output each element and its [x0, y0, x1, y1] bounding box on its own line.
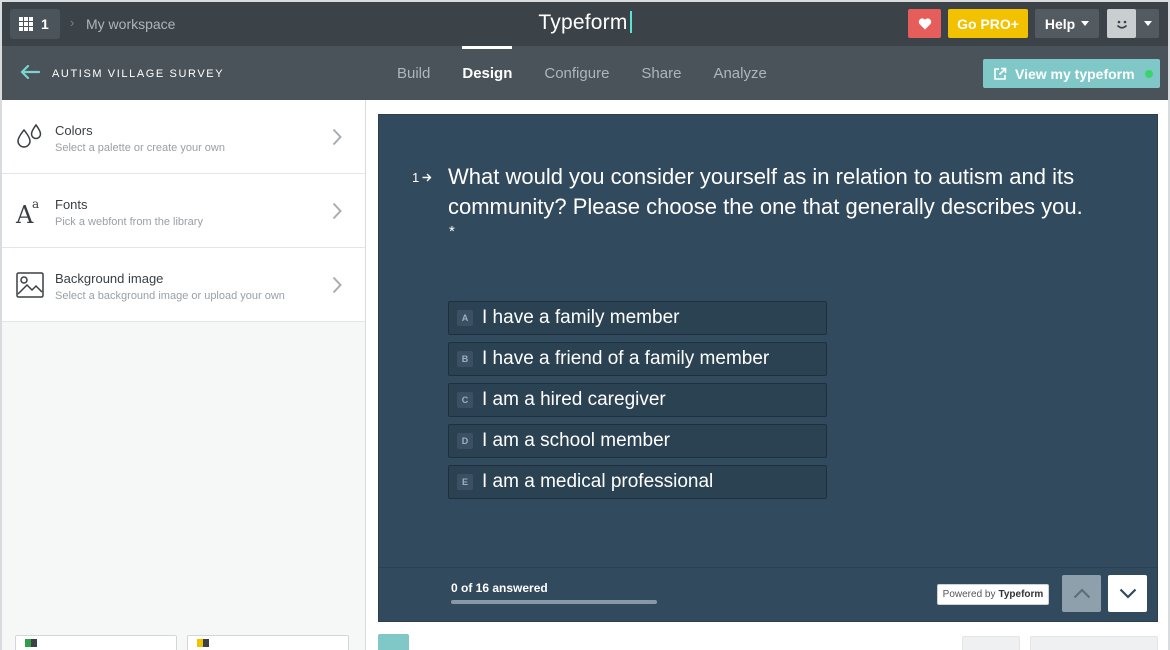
choice-label: I have a friend of a family member	[482, 348, 770, 369]
choice-label: I am a medical professional	[482, 471, 714, 492]
choice-option[interactable]: D I am a school member	[448, 424, 827, 458]
progress-bar	[451, 600, 657, 604]
sidebar-item-title: Fonts	[55, 197, 88, 212]
choice-option[interactable]: E I am a medical professional	[448, 465, 827, 499]
powered-prefix: Powered by	[942, 589, 996, 600]
question-text: What would you consider yourself as in r…	[448, 164, 1083, 219]
chevron-up-icon	[1073, 588, 1090, 599]
tab-design[interactable]: Design	[446, 46, 528, 100]
sidebar-item-fonts[interactable]: A a Fonts Pick a webfont from the librar…	[2, 174, 365, 248]
top-bar: 1 › My workspace Typeform Go PRO+ Help	[2, 2, 1168, 46]
live-status-dot	[1144, 69, 1153, 78]
chevron-right-icon	[332, 276, 342, 294]
choice-key: E	[457, 474, 473, 490]
font-icon: A a	[15, 197, 39, 226]
smiley-icon	[1116, 20, 1127, 29]
previous-question-button[interactable]	[1062, 575, 1101, 612]
editor-nav-bar: AUTISM VILLAGE SURVEY Build Design Confi…	[2, 46, 1168, 100]
svg-text:a: a	[32, 197, 39, 211]
go-pro-button[interactable]: Go PRO+	[948, 9, 1028, 38]
image-icon	[16, 272, 44, 298]
refresh-preview-button[interactable]	[378, 634, 409, 650]
choice-key: C	[457, 392, 473, 408]
love-button[interactable]	[908, 9, 941, 38]
back-arrow-icon[interactable]	[20, 65, 40, 79]
choice-option[interactable]: B I have a friend of a family member	[448, 342, 827, 376]
caret-down-icon	[1144, 21, 1152, 26]
chevron-right-icon	[332, 128, 342, 146]
question-number-value: 1	[412, 170, 420, 185]
preview-footer: 0 of 16 answered Powered by Typeform	[379, 567, 1157, 622]
choice-label: I am a school member	[482, 430, 670, 451]
choice-key: B	[457, 351, 473, 367]
heart-icon	[918, 18, 931, 30]
powered-brand: Typeform	[998, 589, 1044, 600]
form-preview: 1 What would you consider yourself as in…	[378, 114, 1158, 622]
choice-label: I am a hired caregiver	[482, 389, 666, 410]
help-button[interactable]: Help	[1035, 9, 1099, 38]
question-number: 1	[412, 170, 432, 185]
sidebar-item-subtitle: Select a palette or create your own	[55, 142, 225, 154]
survey-title: AUTISM VILLAGE SURVEY	[52, 68, 225, 80]
editor-tabs: Build Design Configure Share Analyze	[397, 46, 783, 100]
theme-swatch	[203, 639, 209, 647]
app-frame: 1 › My workspace Typeform Go PRO+ Help A…	[2, 2, 1168, 650]
help-label: Help	[1044, 15, 1076, 32]
brand-name: Typeform	[538, 11, 628, 34]
sidebar-item-title: Background image	[55, 271, 164, 286]
chevron-down-icon	[1119, 588, 1136, 599]
powered-by-badge[interactable]: Powered by Typeform	[937, 584, 1049, 605]
choice-key: D	[457, 433, 473, 449]
tab-configure[interactable]: Configure	[528, 46, 625, 100]
avatar	[1107, 9, 1136, 38]
next-question-button[interactable]	[1108, 575, 1147, 612]
chevron-right-icon	[332, 202, 342, 220]
caret-down-icon	[1081, 21, 1090, 26]
external-link-icon	[994, 67, 1007, 80]
arrow-right-icon	[422, 173, 432, 182]
design-sidebar: Colors Select a palette or create your o…	[2, 100, 366, 650]
theme-card[interactable]	[15, 635, 177, 650]
progress-text: 0 of 16 answered	[451, 581, 548, 595]
choice-option[interactable]: A I have a family member	[448, 301, 827, 335]
theme-swatch	[31, 639, 37, 647]
view-typeform-label: View my typeform	[1015, 65, 1135, 82]
view-typeform-button[interactable]: View my typeform	[983, 59, 1160, 88]
choice-key: A	[457, 310, 473, 326]
choice-option[interactable]: C I am a hired caregiver	[448, 383, 827, 417]
cursor-caret	[629, 11, 632, 33]
theme-card[interactable]	[187, 635, 349, 650]
required-mark: *	[449, 223, 455, 240]
choice-list: A I have a family member B I have a frie…	[448, 301, 827, 506]
sidebar-item-colors[interactable]: Colors Select a palette or create your o…	[2, 100, 365, 174]
tab-share[interactable]: Share	[625, 46, 697, 100]
tab-analyze[interactable]: Analyze	[697, 46, 782, 100]
account-menu-button[interactable]	[1107, 9, 1159, 38]
sidebar-item-background-image[interactable]: Background image Select a background ima…	[2, 248, 365, 322]
sidebar-item-title: Colors	[55, 123, 93, 138]
sidebar-item-subtitle: Select a background image or upload your…	[55, 290, 285, 302]
footer-button[interactable]	[1030, 636, 1158, 650]
choice-label: I have a family member	[482, 307, 680, 328]
sidebar-item-subtitle: Pick a webfont from the library	[55, 216, 203, 228]
footer-button[interactable]	[962, 636, 1020, 650]
droplets-icon	[17, 123, 42, 148]
tab-build[interactable]: Build	[397, 46, 446, 100]
